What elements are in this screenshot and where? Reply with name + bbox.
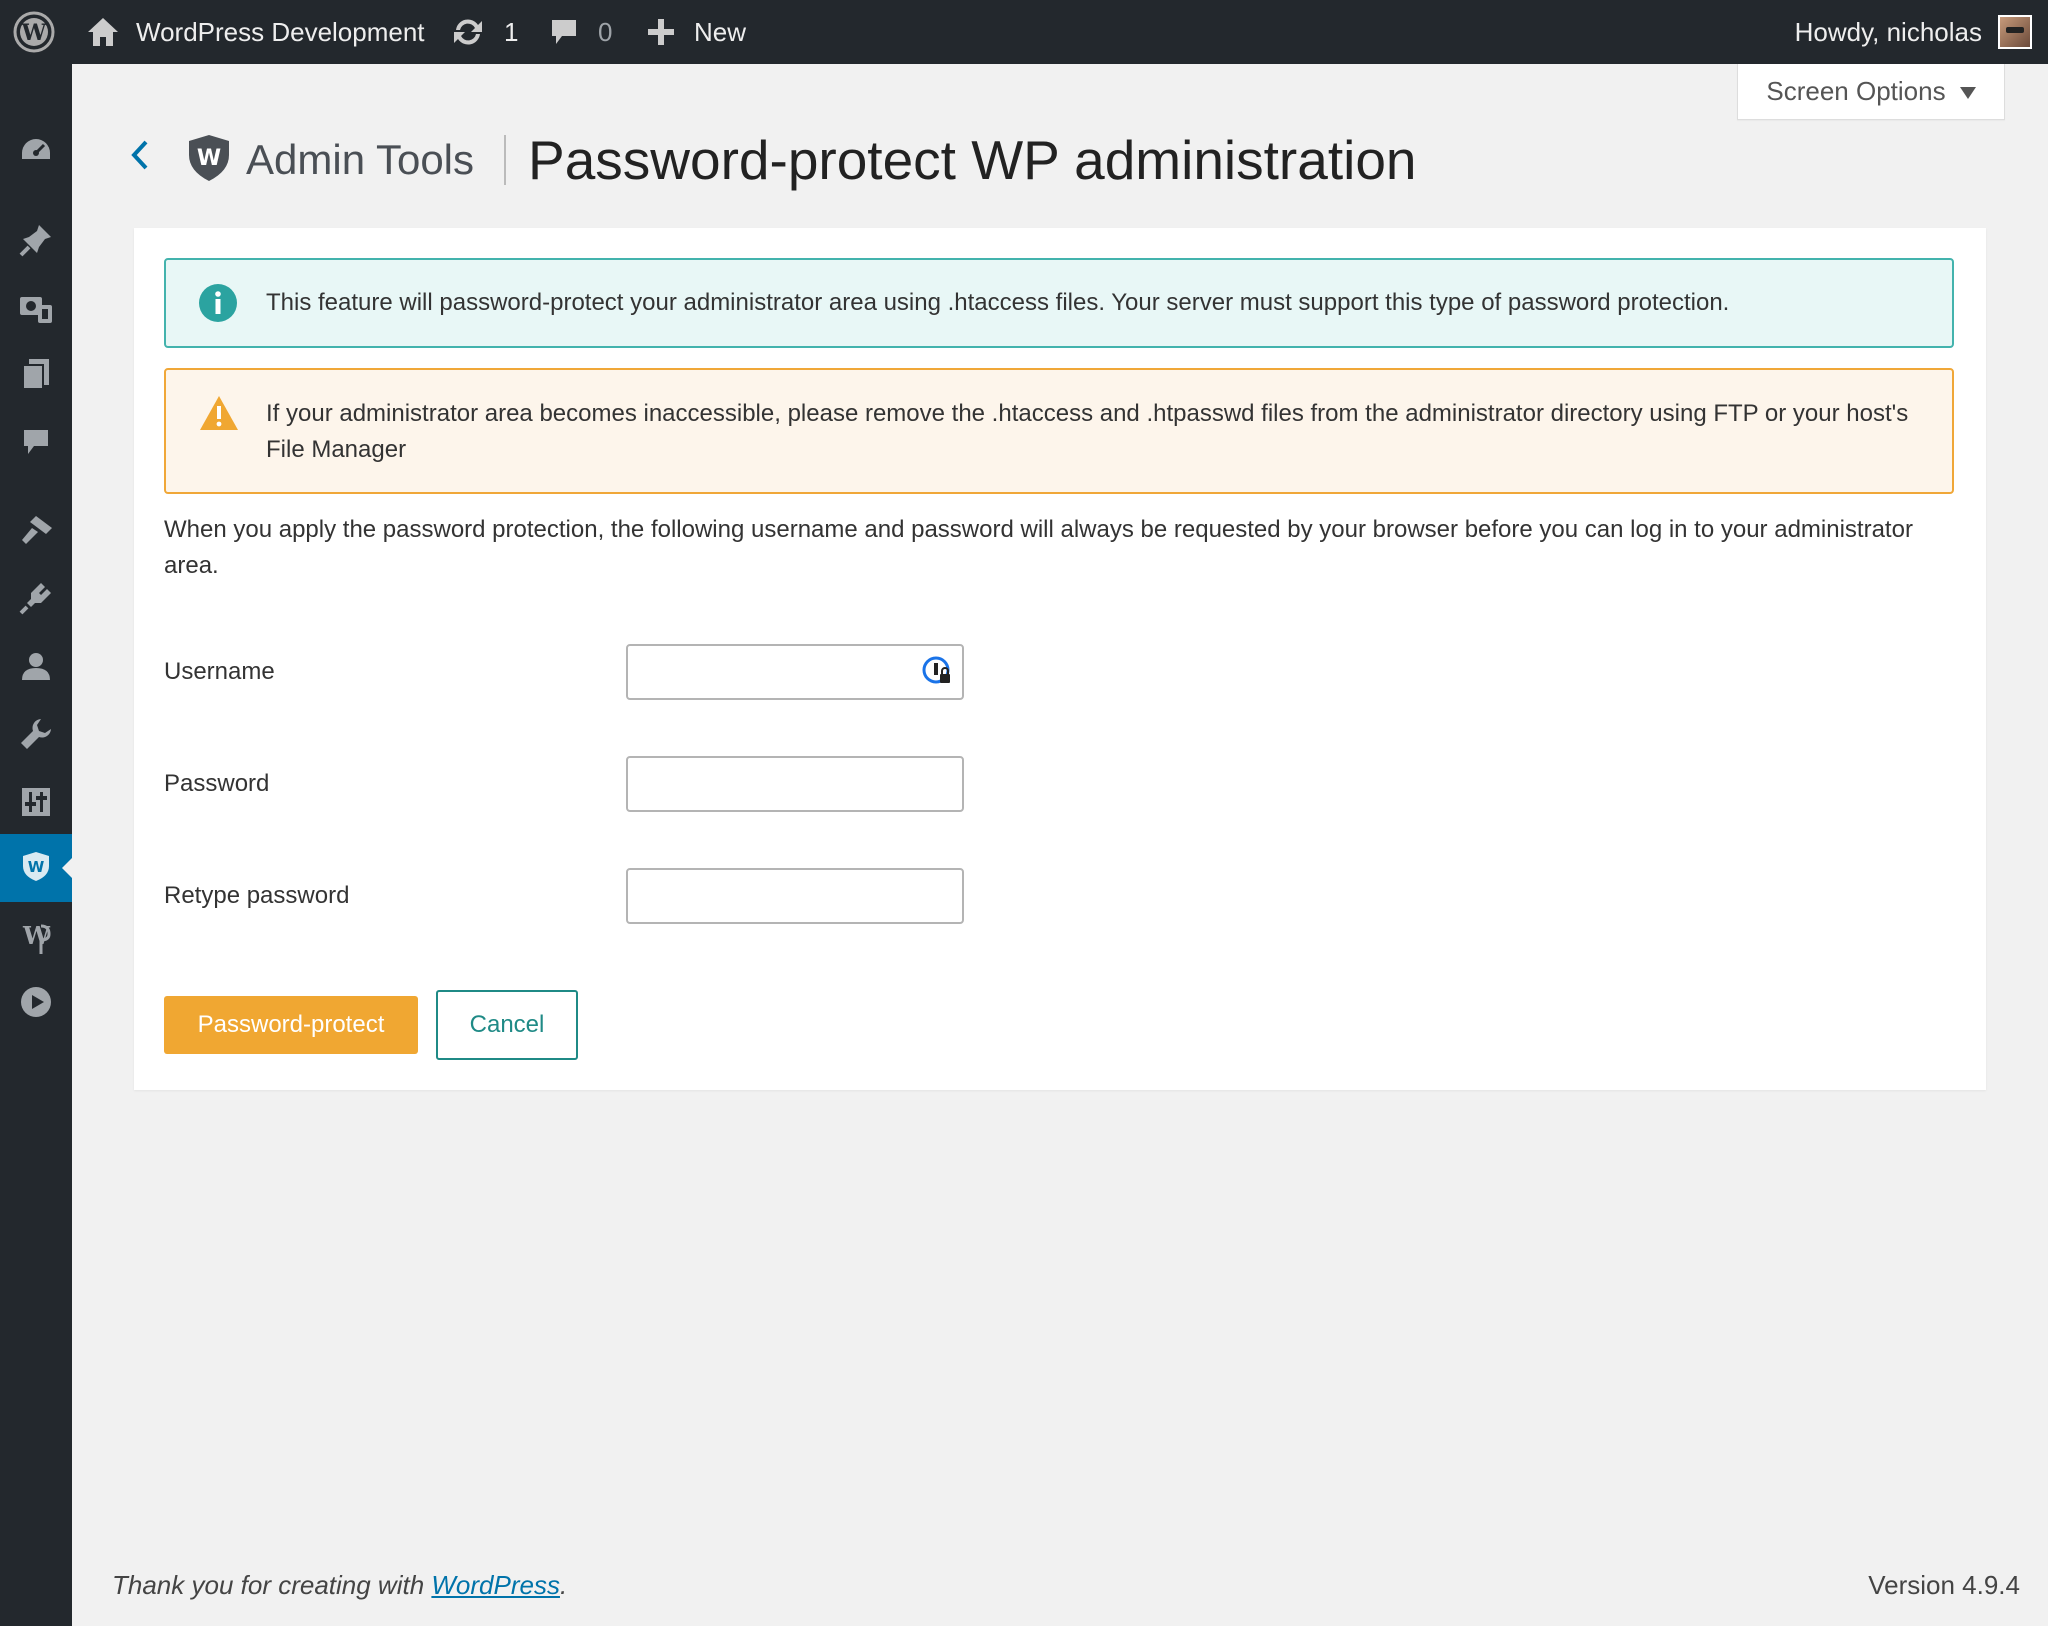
- retype-password-field[interactable]: [626, 868, 964, 924]
- footer-thanks-prefix: Thank you for creating with: [112, 1570, 432, 1600]
- svg-text:W: W: [21, 20, 47, 46]
- comment-icon: [548, 16, 580, 48]
- title-divider: [504, 135, 507, 185]
- username-label: Username: [164, 658, 275, 685]
- new-content-link[interactable]: New: [646, 0, 746, 64]
- footer-thanks: Thank you for creating with WordPress.: [112, 1570, 567, 1601]
- admintools-icon: W: [20, 850, 52, 887]
- wpml-icon: W: [21, 918, 51, 963]
- triangle-down-icon: [1959, 86, 1976, 99]
- wordpress-link[interactable]: WordPress: [431, 1570, 560, 1600]
- site-name: WordPress Development: [136, 16, 425, 47]
- username-field[interactable]: [626, 644, 964, 700]
- intro-text: When you apply the password protection, …: [164, 516, 1913, 579]
- screen-options-toggle[interactable]: Screen Options: [1737, 64, 2005, 120]
- page-title: Password-protect WP administration: [528, 129, 1417, 191]
- users-icon: [20, 650, 52, 687]
- cancel-button[interactable]: Cancel: [436, 990, 578, 1060]
- warning-alert-text: If your administrator area becomes inacc…: [266, 400, 1909, 463]
- chevron-left-icon[interactable]: [126, 138, 152, 172]
- sidebar-item-media[interactable]: [0, 280, 72, 340]
- sidebar-item-pages[interactable]: [0, 346, 72, 406]
- home-icon: [86, 16, 120, 48]
- media-icon: [18, 291, 54, 330]
- warning-icon: [198, 394, 240, 443]
- updates-count: 1: [504, 16, 519, 47]
- sidebar-item-plugins[interactable]: [0, 570, 72, 630]
- pages-icon: [21, 357, 51, 396]
- pin-icon: [19, 223, 53, 262]
- screen-options-label: Screen Options: [1766, 76, 1946, 106]
- wordpress-logo-icon[interactable]: W: [12, 0, 56, 64]
- brand-name: Admin Tools: [246, 136, 475, 183]
- sidebar-item-settings[interactable]: [0, 774, 72, 834]
- svg-text:W: W: [197, 146, 221, 171]
- svg-text:W: W: [28, 858, 45, 876]
- appearance-icon: [18, 514, 54, 551]
- page-header: W Admin Tools Password-protect WP admini…: [186, 120, 1417, 200]
- admin-sidebar: W W: [0, 64, 72, 1626]
- new-label: New: [694, 16, 747, 47]
- refresh-icon: [450, 16, 486, 48]
- password-row: Password: [164, 756, 1064, 812]
- password-label: Password: [164, 770, 270, 797]
- info-alert-text: This feature will password-protect your …: [266, 289, 1730, 316]
- admin-tools-logo-icon: W: [186, 133, 232, 188]
- password-manager-icon[interactable]: [922, 656, 952, 686]
- updates-link[interactable]: 1: [450, 0, 518, 64]
- comments-count: 0: [598, 16, 613, 47]
- tools-icon: [19, 717, 53, 756]
- sidebar-item-admin-tools[interactable]: W: [0, 834, 72, 902]
- plugins-icon: [19, 581, 53, 620]
- warning-alert: If your administrator area becomes inacc…: [164, 368, 1954, 494]
- sidebar-item-appearance[interactable]: [0, 502, 72, 562]
- info-alert: This feature will password-protect your …: [164, 258, 1954, 348]
- retype-password-row: Retype password: [164, 868, 1064, 924]
- password-protect-button[interactable]: Password-protect: [164, 996, 418, 1054]
- footer-version: Version 4.9.4: [1868, 1570, 2020, 1600]
- avatar: [1998, 15, 2032, 49]
- svg-text:W: W: [22, 921, 51, 950]
- sidebar-item-posts[interactable]: [0, 212, 72, 272]
- site-home-link[interactable]: WordPress Development: [86, 0, 425, 64]
- sidebar-item-users[interactable]: [0, 638, 72, 698]
- username-row: Username: [164, 644, 1064, 700]
- settings-icon: [20, 786, 52, 823]
- comments-link[interactable]: 0: [548, 0, 612, 64]
- comments-icon: [21, 427, 51, 462]
- sidebar-item-tools[interactable]: [0, 706, 72, 766]
- info-icon: [198, 283, 238, 334]
- my-account-link[interactable]: Howdy, nicholas: [1795, 0, 2032, 64]
- plus-icon: [646, 17, 676, 47]
- sidebar-item-comments[interactable]: [0, 414, 72, 474]
- video-icon: [19, 985, 53, 1024]
- sidebar-item-wpml[interactable]: W: [0, 910, 72, 970]
- content-panel: This feature will password-protect your …: [134, 228, 1986, 1090]
- footer-thanks-suffix: .: [559, 1570, 568, 1600]
- howdy-text: Howdy, nicholas: [1794, 16, 1982, 47]
- sidebar-item-video[interactable]: [0, 974, 72, 1034]
- dashboard-icon: [19, 135, 53, 170]
- retype-password-label: Retype password: [164, 882, 350, 909]
- password-field[interactable]: [626, 756, 964, 812]
- sidebar-item-dashboard[interactable]: [0, 122, 72, 182]
- admin-bar: W WordPress Development 1 0 New Howdy, n…: [0, 0, 2048, 64]
